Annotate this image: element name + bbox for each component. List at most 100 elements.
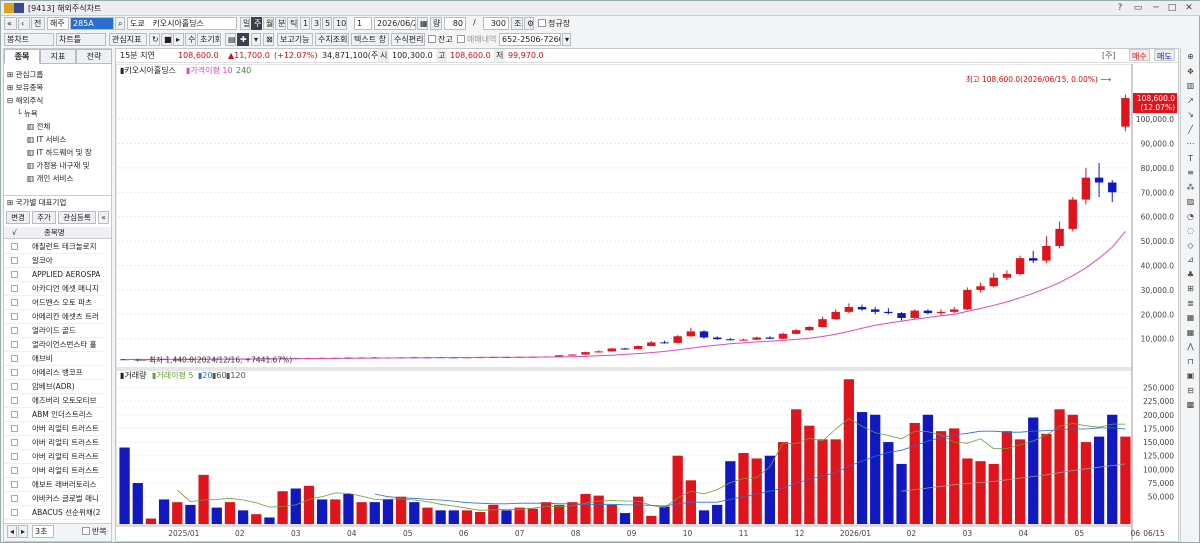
- tree-item[interactable]: ▥ IT 하드웨어 및 장: [27, 147, 92, 158]
- stock-row[interactable]: 아버 리얼티 트러스트: [4, 450, 104, 464]
- stock-row[interactable]: 아메리스 뱅코프: [4, 366, 104, 380]
- period-tab[interactable]: 10: [333, 17, 347, 30]
- prev-page-button[interactable]: «: [4, 17, 17, 30]
- tab-stocks[interactable]: 종목: [4, 49, 40, 64]
- text-window-button[interactable]: 텍스트 창: [351, 33, 389, 46]
- drawing-tool-icon[interactable]: ↘: [1185, 110, 1196, 120]
- period-tab[interactable]: 틱: [287, 17, 298, 30]
- stock-row-checkbox[interactable]: [11, 411, 18, 418]
- drawing-tool-icon[interactable]: ⋀: [1185, 342, 1196, 352]
- stock-row[interactable]: 아버 리얼티 트러스트: [4, 436, 104, 450]
- tree-item[interactable]: ⊞ 관심그룹: [7, 69, 43, 80]
- drawing-tool-icon[interactable]: ▨: [1185, 197, 1196, 207]
- stock-row-checkbox[interactable]: [11, 285, 18, 292]
- stock-row-checkbox[interactable]: [11, 243, 18, 250]
- tree-item[interactable]: ⊟ 해외주식: [7, 95, 43, 106]
- period-tab[interactable]: 분: [275, 17, 286, 30]
- drawing-tool-icon[interactable]: ╱: [1185, 125, 1196, 135]
- stock-row[interactable]: 아버 리얼티 트러스트: [4, 464, 104, 478]
- indicator-button[interactable]: 관심지표: [109, 33, 147, 46]
- stock-row[interactable]: APPLIED AEROSPA: [4, 268, 104, 282]
- code-input[interactable]: 285A: [70, 17, 114, 30]
- stock-row-checkbox[interactable]: [11, 397, 18, 404]
- add-button[interactable]: 추가: [32, 211, 56, 224]
- account-dropdown-icon[interactable]: ▾: [562, 33, 571, 46]
- layout-icon[interactable]: ▤: [225, 33, 236, 46]
- stock-row-checkbox[interactable]: [11, 453, 18, 460]
- stock-row-checkbox[interactable]: [11, 439, 18, 446]
- close-button[interactable]: ✕: [1182, 2, 1196, 14]
- drawing-tool-icon[interactable]: ⊞: [1185, 284, 1196, 294]
- stock-row-checkbox[interactable]: [11, 257, 18, 264]
- page-prev-icon[interactable]: ◂: [7, 525, 17, 538]
- period-tab[interactable]: 일: [240, 17, 250, 30]
- change-button[interactable]: 변경: [6, 211, 30, 224]
- buy-button[interactable]: 매수: [1129, 49, 1150, 61]
- period-tab[interactable]: 5: [322, 17, 332, 30]
- pin-icon[interactable]: ▭: [1131, 2, 1145, 14]
- minimize-button[interactable]: ─: [1149, 2, 1163, 14]
- stock-row[interactable]: 암베브(ADR): [4, 380, 104, 394]
- stock-row-checkbox[interactable]: [11, 299, 18, 306]
- drawing-tool-icon[interactable]: ⁂: [1185, 183, 1196, 193]
- value-query-button[interactable]: 수치조회: [315, 33, 349, 46]
- stock-row-checkbox[interactable]: [11, 327, 18, 334]
- drawing-tool-icon[interactable]: ↗: [1185, 96, 1196, 106]
- tree-item[interactable]: ▥ 전체: [27, 121, 50, 132]
- period-tab-active[interactable]: 주: [251, 17, 262, 30]
- tree-item[interactable]: ▥ 개인 서비스: [27, 173, 73, 184]
- account-select[interactable]: 652-2506-7260-0: [499, 33, 561, 46]
- stock-row[interactable]: 애브비: [4, 352, 104, 366]
- drawing-tool-icon[interactable]: ◌: [1185, 226, 1196, 236]
- drawing-tool-icon[interactable]: ⊓: [1185, 357, 1196, 367]
- collapse-icon[interactable]: «: [98, 211, 109, 224]
- period-tab[interactable]: 1: [300, 17, 310, 30]
- add-watch-button[interactable]: 관심등록: [58, 211, 96, 224]
- stock-row-checkbox[interactable]: [11, 425, 18, 432]
- stock-row[interactable]: 애질런트 테크놀로지: [4, 240, 104, 254]
- repeat-checkbox[interactable]: [82, 527, 90, 535]
- calendar-icon[interactable]: ▦: [417, 17, 428, 30]
- country-group[interactable]: ⊞ 국가별 대표기업: [4, 195, 111, 209]
- trade-history-checkbox[interactable]: [457, 35, 465, 43]
- stock-row[interactable]: 어드밴스 오토 파츠: [4, 296, 104, 310]
- date-input[interactable]: 2026/06/21: [374, 17, 416, 30]
- market-select[interactable]: 해주: [47, 17, 69, 30]
- delete-icon[interactable]: ⊠: [263, 33, 274, 46]
- stock-row[interactable]: 애보트 래버러토리스: [4, 478, 104, 492]
- stock-row-checkbox[interactable]: [11, 509, 18, 516]
- stock-name-field[interactable]: 도쿄 키오시아홀딩스: [127, 17, 237, 30]
- candle-chart-button[interactable]: 봉차트: [4, 33, 54, 46]
- period-tab[interactable]: 월: [263, 17, 274, 30]
- drawing-tool-icon[interactable]: ≣: [1185, 299, 1196, 309]
- normal-session-checkbox[interactable]: [538, 19, 546, 27]
- prev-button[interactable]: ‹: [18, 17, 30, 30]
- play-icon[interactable]: ▸: [173, 33, 184, 46]
- search-icon[interactable]: ⌕: [115, 17, 125, 30]
- drawing-tool-icon[interactable]: ▣: [1185, 371, 1196, 381]
- drawing-tool-icon[interactable]: ▦: [1185, 328, 1196, 338]
- drawing-tool-icon[interactable]: ◔: [1185, 212, 1196, 222]
- stock-row-checkbox[interactable]: [11, 313, 18, 320]
- crosshair-icon[interactable]: ✚: [237, 33, 249, 46]
- chart-area[interactable]: 15분 지연 108,600.0 ▲11,700.0 (+12.07%) 34,…: [115, 48, 1179, 542]
- stock-row-checkbox[interactable]: [11, 355, 18, 362]
- report-button[interactable]: 보고기능: [277, 33, 313, 46]
- total-input[interactable]: 300: [483, 17, 509, 30]
- stock-row[interactable]: 얼라이드 골드: [4, 324, 104, 338]
- price-chart[interactable]: 10,000.0 20,000.0 30,000.0 40,000.0 50,000.0…: [116, 64, 1178, 542]
- stock-row-checkbox[interactable]: [11, 383, 18, 390]
- stock-row[interactable]: 아버 리얼티 트러스트: [4, 422, 104, 436]
- stock-row[interactable]: 알코아: [4, 254, 104, 268]
- chart-frame-button[interactable]: 차트틀: [56, 33, 106, 46]
- sell-button[interactable]: 매도: [1154, 49, 1175, 61]
- stock-row[interactable]: 아바커스 글로벌 매니: [4, 492, 104, 506]
- stock-row[interactable]: 얼라이언스번스타 홀: [4, 338, 104, 352]
- stock-row[interactable]: ABACUS 선순위채(2: [4, 506, 104, 520]
- stock-row-checkbox[interactable]: [11, 495, 18, 502]
- formula-button[interactable]: 수식편리: [391, 33, 425, 46]
- drawing-tool-icon[interactable]: ⊟: [1185, 386, 1196, 396]
- drawing-tool-icon[interactable]: T: [1185, 154, 1196, 164]
- count-input[interactable]: 1: [354, 17, 372, 30]
- interval-select[interactable]: 3초: [32, 525, 54, 538]
